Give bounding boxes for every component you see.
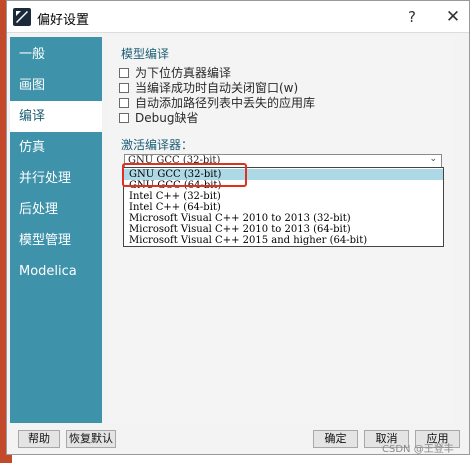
compiler-dropdown-list: GNU GCC (32-bit) GNU GCC (64-bit) Intel … bbox=[123, 167, 444, 247]
help-button[interactable]: 帮助 bbox=[18, 430, 60, 448]
sidebar-item-compile[interactable]: 编译 bbox=[10, 101, 102, 132]
sidebar-item-simulation[interactable]: 仿真 bbox=[10, 132, 102, 163]
reset-defaults-button[interactable]: 恢复默认 bbox=[66, 430, 116, 448]
sidebar-item-drawing[interactable]: 画图 bbox=[10, 70, 102, 101]
option-auto-close-window[interactable]: 当编译成功时自动关闭窗口(w) bbox=[119, 79, 298, 95]
compiler-selected-value: GNU GCC (32-bit) bbox=[128, 155, 221, 166]
compiler-option[interactable]: Microsoft Visual C++ 2010 to 2013 (32-bi… bbox=[124, 213, 443, 224]
checkbox[interactable] bbox=[119, 83, 129, 93]
category-sidebar: 一般 画图 编译 仿真 并行处理 后处理 模型管理 Modelica bbox=[10, 37, 102, 423]
compiler-option[interactable]: Microsoft Visual C++ 2015 and higher (64… bbox=[124, 235, 443, 246]
compiler-select[interactable]: GNU GCC (32-bit) ⌄ bbox=[124, 154, 442, 168]
watermark: CSDN @王登丰 bbox=[382, 444, 454, 455]
compiler-option[interactable]: Microsoft Visual C++ 2010 to 2013 (64-bi… bbox=[124, 224, 443, 235]
sidebar-item-parallel[interactable]: 并行处理 bbox=[10, 163, 102, 194]
close-icon[interactable]: ✕ bbox=[440, 5, 466, 29]
sidebar-item-general[interactable]: 一般 bbox=[10, 39, 102, 70]
chevron-down-icon[interactable]: ⌄ bbox=[429, 154, 437, 164]
checkbox[interactable] bbox=[119, 98, 129, 108]
option-debug-default[interactable]: Debug缺省 bbox=[119, 109, 198, 125]
compiler-option[interactable]: Intel C++ (64-bit) bbox=[124, 202, 443, 213]
help-icon[interactable]: ? bbox=[399, 5, 425, 29]
sidebar-item-model-management[interactable]: 模型管理 bbox=[10, 225, 102, 256]
option-lower-simulator[interactable]: 为下位仿真器编译 bbox=[119, 64, 231, 80]
compiler-option[interactable]: GNU GCC (64-bit) bbox=[124, 180, 443, 191]
window-title: 偏好设置 bbox=[37, 13, 90, 28]
sidebar-item-modelica[interactable]: Modelica bbox=[10, 256, 102, 287]
ok-button[interactable]: 确定 bbox=[313, 430, 358, 448]
sidebar-item-postprocess[interactable]: 后处理 bbox=[10, 194, 102, 225]
active-compiler-heading: 激活编译器： bbox=[121, 138, 194, 152]
option-auto-add-libraries[interactable]: 自动添加路径列表中丢失的应用库 bbox=[119, 94, 315, 110]
model-compile-heading: 模型编译 bbox=[121, 47, 170, 61]
compiler-option[interactable]: Intel C++ (32-bit) bbox=[124, 191, 443, 202]
compiler-option[interactable]: GNU GCC (32-bit) bbox=[124, 169, 443, 180]
checkbox[interactable] bbox=[119, 68, 129, 78]
checkbox[interactable] bbox=[119, 113, 129, 123]
app-logo-icon bbox=[13, 8, 31, 26]
title-bar: 偏好设置 ? ✕ bbox=[7, 1, 469, 33]
